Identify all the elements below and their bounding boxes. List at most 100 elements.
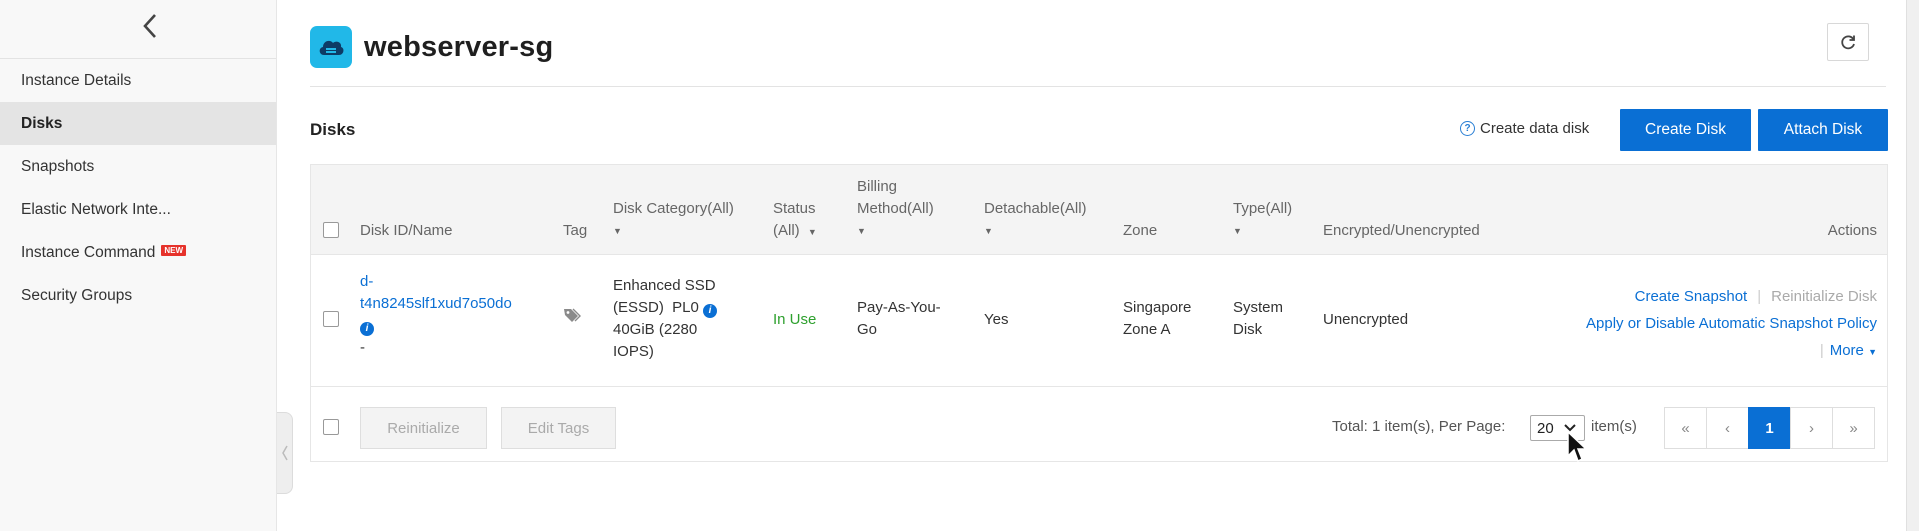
sidebar-collapse-handle[interactable] <box>277 412 293 494</box>
row-checkbox[interactable] <box>323 311 339 327</box>
header-divider <box>310 86 1886 87</box>
caret-down-icon: ▼ <box>1233 226 1242 236</box>
column-header-label: Disk Category(All) <box>613 200 734 217</box>
status-cell: In Use <box>773 311 817 328</box>
pagination: « ‹ 1 › » <box>1664 407 1875 449</box>
last-page-button[interactable]: » <box>1832 407 1875 449</box>
sidebar-item-label: Snapshots <box>21 157 95 175</box>
column-header-encrypted: Encrypted/Unencrypted <box>1323 222 1480 239</box>
refresh-icon <box>1841 35 1855 50</box>
info-icon[interactable]: i <box>703 304 718 318</box>
column-header-label: Billing <box>857 178 898 195</box>
billing-text: Pay-As-You- <box>857 299 941 316</box>
disk-id-cell: d- t4n8245slf1xud7o50do i - <box>360 271 512 359</box>
reinitialize-disk-link: Reinitialize Disk <box>1771 288 1877 305</box>
attach-disk-button[interactable]: Attach Disk <box>1758 109 1888 151</box>
create-disk-button[interactable]: Create Disk <box>1620 109 1751 151</box>
info-icon[interactable]: i <box>360 322 374 336</box>
category-cell: Enhanced SSD (ESSD) PL0 i 40GiB (2280 IO… <box>613 275 718 363</box>
disk-name: - <box>360 339 365 356</box>
sidebar-item-label: Elastic Network Inte... <box>21 200 171 218</box>
sidebar-item-label: Disks <box>21 114 63 132</box>
table-header: Disk ID/Name Tag Disk Category(All) ▼ St… <box>311 165 1887 255</box>
sidebar-item-instance-details[interactable]: Instance Details <box>0 59 276 102</box>
caret-down-icon: ▼ <box>857 226 866 236</box>
page-1-button[interactable]: 1 <box>1748 407 1791 449</box>
column-header-category[interactable]: Disk Category(All) ▼ <box>613 198 734 242</box>
column-header-label: Method(All) <box>857 200 934 217</box>
encrypted-cell: Unencrypted <box>1323 311 1409 328</box>
sidebar-item-disks[interactable]: Disks <box>0 102 276 145</box>
total-items-text: Total: 1 item(s), Per Page: <box>1332 418 1506 435</box>
sidebar-item-elastic-network-interfaces[interactable]: Elastic Network Inte... <box>0 188 276 231</box>
billing-cell: Pay-As-You- Go <box>857 297 941 341</box>
detachable-cell: Yes <box>984 311 1009 328</box>
more-label: More <box>1829 342 1864 359</box>
actions-cell: Create Snapshot | Reinitialize Disk Apply … <box>1586 283 1877 366</box>
column-header-label: Type(All) <box>1233 200 1293 217</box>
caret-down-icon: ▼ <box>984 226 993 236</box>
caret-down-icon: ▼ <box>613 226 622 236</box>
category-text: (ESSD) PL0 <box>613 299 699 316</box>
column-header-zone: Zone <box>1123 222 1158 239</box>
help-link-label: Create data disk <box>1480 120 1590 137</box>
type-cell: System Disk <box>1233 297 1283 341</box>
sidebar-item-instance-command[interactable]: Instance Command NEW <box>0 231 276 274</box>
per-page-value: 20 <box>1537 419 1554 437</box>
column-header-type[interactable]: Type(All) ▼ <box>1233 198 1292 242</box>
page-title: webserver-sg <box>364 30 554 63</box>
page-header: webserver-sg <box>310 26 553 68</box>
column-header-tag: Tag <box>563 222 588 239</box>
items-suffix: item(s) <box>1591 418 1637 435</box>
create-snapshot-link[interactable]: Create Snapshot <box>1635 288 1748 305</box>
sidebar-nav: Instance Details Disks Snapshots Elastic… <box>0 59 276 317</box>
back-button[interactable] <box>132 10 168 42</box>
zone-cell: Singapore Zone A <box>1123 297 1191 341</box>
more-actions-dropdown[interactable]: More ▼ <box>1830 342 1877 359</box>
snapshot-policy-link[interactable]: Apply or Disable Automatic Snapshot Poli… <box>1586 315 1877 332</box>
create-data-disk-help-link[interactable]: ? Create data disk <box>1460 120 1589 137</box>
caret-down-icon: ▼ <box>1868 347 1877 357</box>
scrollbar-track[interactable] <box>1906 0 1919 531</box>
column-header-billing[interactable]: Billing Method(All) ▼ <box>857 176 934 242</box>
new-badge: NEW <box>161 245 187 256</box>
column-header-actions: Actions <box>1827 222 1877 239</box>
column-header-label: Status <box>773 200 816 217</box>
type-text: Disk <box>1233 321 1263 338</box>
sidebar-item-label: Security Groups <box>21 286 133 304</box>
refresh-button[interactable] <box>1827 23 1869 61</box>
column-header-label: (All) <box>773 222 800 239</box>
question-icon: ? <box>1460 121 1475 136</box>
table-row: d- t4n8245slf1xud7o50do i - Enhanced SSD… <box>311 255 1887 387</box>
tag-cell <box>563 307 583 330</box>
next-page-button[interactable]: › <box>1790 407 1833 449</box>
select-all-checkbox[interactable] <box>323 222 339 238</box>
column-header-detachable[interactable]: Detachable(All) ▼ <box>984 198 1087 242</box>
category-text: 40GiB (2280 <box>613 321 698 338</box>
sidebar-item-security-groups[interactable]: Security Groups <box>0 274 276 317</box>
chevron-left-icon <box>143 14 156 38</box>
column-header-status[interactable]: Status (All) ▼ <box>773 198 817 243</box>
disk-id-link[interactable]: t4n8245slf1xud7o50do <box>360 295 512 312</box>
disks-table: Disk ID/Name Tag Disk Category(All) ▼ St… <box>310 164 1888 462</box>
column-header-disk-id: Disk ID/Name <box>360 222 453 239</box>
sidebar-item-snapshots[interactable]: Snapshots <box>0 145 276 188</box>
prev-page-button[interactable]: ‹ <box>1706 407 1749 449</box>
category-text: IOPS) <box>613 343 654 360</box>
edit-tags-button[interactable]: Edit Tags <box>501 407 616 449</box>
caret-down-icon: ▼ <box>807 227 817 237</box>
action-separator: | <box>1819 342 1824 359</box>
sidebar-item-label: Instance Command <box>21 243 156 261</box>
table-footer: Reinitialize Edit Tags Total: 1 item(s),… <box>311 388 1887 462</box>
footer-select-all-checkbox[interactable] <box>323 419 339 435</box>
category-text: Enhanced SSD <box>613 277 716 294</box>
chevron-left-icon <box>281 445 288 461</box>
type-text: System <box>1233 299 1284 316</box>
cloud-server-icon <box>310 26 352 68</box>
disk-id-link[interactable]: d- <box>360 273 373 290</box>
section-title: Disks <box>310 120 356 139</box>
tag-icon[interactable] <box>563 307 583 323</box>
zone-text: Zone A <box>1123 321 1171 338</box>
first-page-button[interactable]: « <box>1664 407 1707 449</box>
reinitialize-button[interactable]: Reinitialize <box>360 407 487 449</box>
